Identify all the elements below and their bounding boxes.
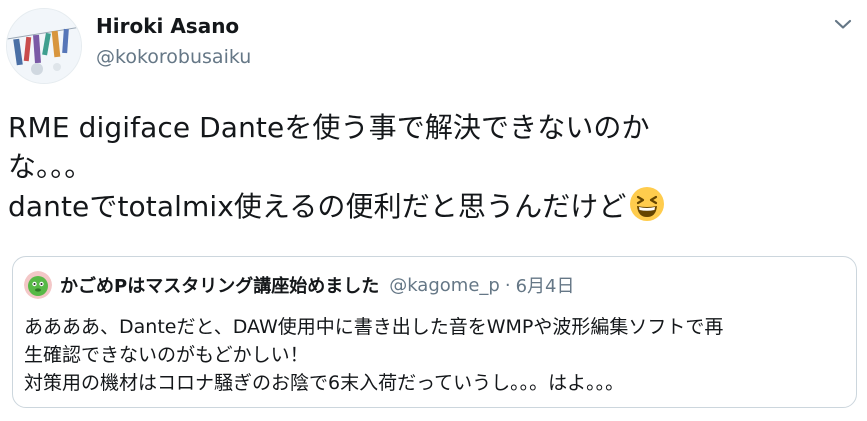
quoted-tweet-text: ああああ、Danteだと、DAW使用中に書き出した音をWMPや波形編集ソフトで再… [24, 313, 854, 397]
tweet-line: RME digiface Danteを使う事で解決できないのか [8, 111, 650, 144]
green-character-avatar [24, 271, 52, 299]
author-name[interactable]: Hiroki Asano [96, 14, 239, 38]
tweet-line: な。。。 [8, 150, 93, 183]
author-handle[interactable]: @kokorobusaiku [96, 46, 251, 68]
quoted-tweet[interactable]: かごめPはマスタリング講座始めました @kagome_p · 6月4日 ああああ… [12, 256, 857, 408]
quoted-line: 対策用の機材はコロナ騒ぎのお陰で6末入荷だっていうし。。。はよ。。。 [24, 372, 625, 394]
tweet-line: danteでtotalmix使えるの便利だと思うんだけど [8, 190, 627, 223]
quoted-line: 生確認できないのがもどかしい！ [24, 344, 309, 366]
quoted-author-name[interactable]: かごめPはマスタリング講座始めました [60, 272, 379, 298]
quoted-author-handle[interactable]: @kagome_p [389, 275, 500, 296]
quoted-tweet-date[interactable]: 6月4日 [516, 272, 575, 298]
separator-dot: · [504, 274, 511, 296]
quoted-line: ああああ、Danteだと、DAW使用中に書き出した音をWMPや波形編集ソフトで再 [24, 316, 724, 338]
chevron-down-icon[interactable] [831, 12, 855, 36]
tweet-text: RME digiface Danteを使う事で解決できないのか な。。。 dan… [8, 108, 838, 226]
quoted-tweet-header: かごめPはマスタリング講座始めました @kagome_p · 6月4日 [24, 271, 574, 299]
tweet-line-last: danteでtotalmix使えるの便利だと思うんだけど [8, 186, 838, 226]
quoted-avatar[interactable] [24, 271, 52, 299]
grinning-squinting-face-icon [629, 186, 665, 222]
profile-photo [7, 9, 81, 83]
avatar[interactable] [6, 8, 82, 84]
